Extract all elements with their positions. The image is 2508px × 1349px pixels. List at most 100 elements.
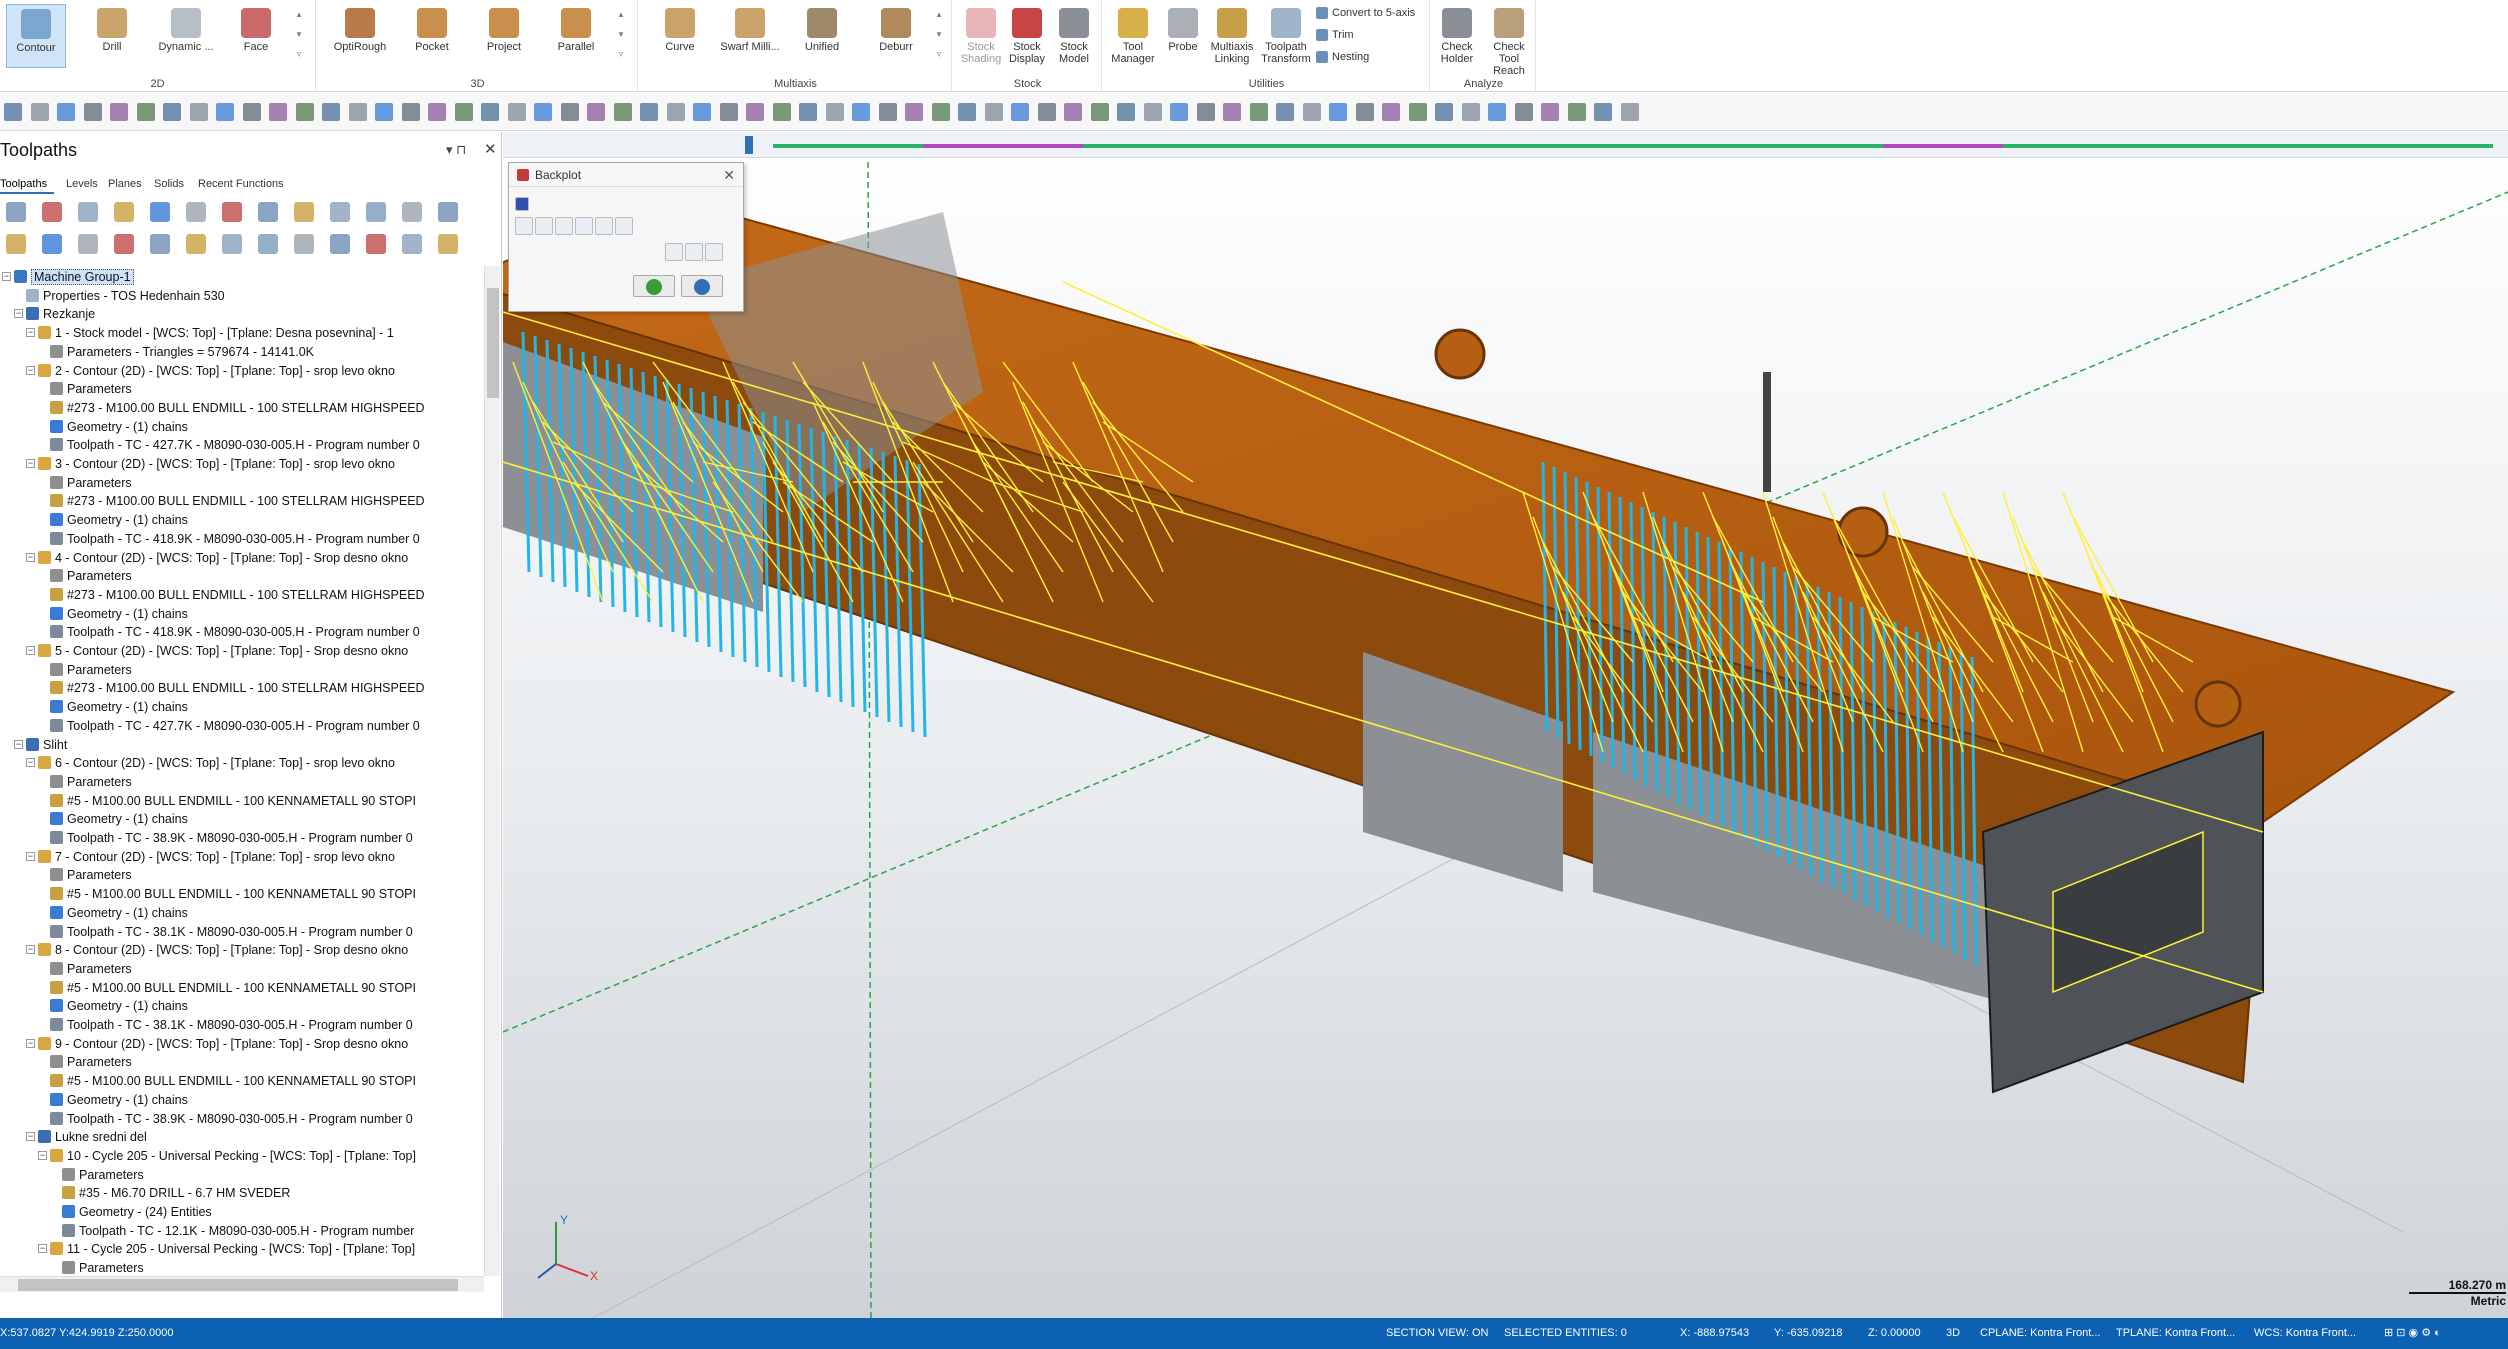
pocket-button[interactable]: Pocket (402, 4, 462, 68)
panel-tool-icon[interactable] (114, 202, 134, 222)
toolbar-icon[interactable] (666, 103, 685, 121)
tree-item[interactable]: Sliht − (14, 736, 67, 754)
unified-button[interactable]: Unified (792, 4, 852, 68)
tree-horizontal-scrollbar[interactable] (0, 1276, 484, 1292)
check-tool-reach-button[interactable]: Check Tool Reach (1482, 4, 1536, 77)
check-holder-button[interactable]: Check Holder (1432, 4, 1482, 68)
panel-tool-icon[interactable] (438, 234, 458, 254)
panel-tool-icon[interactable] (294, 234, 314, 254)
toolbar-icon[interactable] (534, 103, 552, 121)
timeline-slider[interactable] (745, 136, 753, 154)
toolbar-icon[interactable] (852, 103, 870, 121)
toolbar-icon[interactable] (295, 103, 314, 121)
tab-planes[interactable]: Planes (108, 174, 148, 194)
section-view-toggle[interactable]: SECTION VIEW: ON (1386, 1318, 1488, 1349)
toolbar-icon[interactable] (1249, 103, 1268, 121)
graphics-viewport[interactable] (503, 132, 2508, 1318)
tree-item[interactable]: Parameters (50, 474, 132, 492)
toolbar-icon[interactable] (1567, 103, 1586, 121)
project-button[interactable]: Project (474, 4, 534, 68)
tree-item[interactable]: Geometry - (1) chains (50, 605, 188, 623)
toolbar-icon[interactable] (1276, 103, 1294, 121)
dynamic-button[interactable]: Dynamic ... (156, 4, 216, 68)
tree-item[interactable]: 6 - Contour (2D) - [WCS: Top] - [Tplane:… (26, 754, 395, 772)
toolbar-icon[interactable] (481, 103, 499, 121)
y-coordinate[interactable]: Y: -635.09218 (1774, 1318, 1843, 1349)
panel-tool-icon[interactable] (438, 202, 458, 222)
expand-collapse-icon[interactable]: − (26, 365, 35, 375)
panel-tool-icon[interactable] (366, 202, 386, 222)
tree-item[interactable]: Geometry - (1) chains (50, 810, 188, 828)
toolbar-icon[interactable] (1011, 103, 1029, 121)
toolbar-icon[interactable] (1541, 103, 1559, 121)
tree-item[interactable]: 11 - Cycle 205 - Universal Pecking - [WC… (38, 1240, 415, 1258)
tree-item[interactable]: Toolpath - TC - 427.7K - M8090-030-005.H… (50, 717, 420, 735)
tree-item[interactable]: Parameters (50, 773, 132, 791)
ribbon-scroll-2d[interactable]: ▴ ▾ ▿ (294, 4, 304, 64)
tab-toolpaths[interactable]: Toolpaths (0, 174, 54, 194)
tree-item[interactable]: Geometry - (1) chains (50, 698, 188, 716)
toolbar-icon[interactable] (242, 103, 261, 121)
toolbar-icon[interactable] (1196, 103, 1215, 121)
panel-tool-icon[interactable] (330, 234, 350, 254)
backplot-option-icon[interactable] (615, 217, 633, 235)
toolbar-icon[interactable] (57, 103, 75, 121)
tree-item[interactable]: Geometry - (1) chains (50, 997, 188, 1015)
toolbar-icon[interactable] (640, 103, 658, 121)
tab-recent-functions[interactable]: Recent Functions (198, 174, 298, 194)
expand-collapse-icon[interactable]: − (26, 1132, 35, 1142)
backplot-option-icon[interactable] (535, 217, 553, 235)
tree-item[interactable]: 5 - Contour (2D) - [WCS: Top] - [Tplane:… (26, 642, 408, 660)
toolbar-icon[interactable] (905, 103, 923, 121)
toolbar-icon[interactable] (825, 103, 844, 121)
toolbar-icon[interactable] (30, 103, 49, 121)
tree-item[interactable]: Parameters (50, 1053, 132, 1071)
tree-item[interactable]: Geometry - (1) chains (50, 418, 188, 436)
toolbar-icon[interactable] (269, 103, 287, 121)
tree-item[interactable]: #5 - M100.00 BULL ENDMILL - 100 KENNAMET… (50, 979, 416, 997)
tab-solids[interactable]: Solids (154, 174, 192, 194)
tree-item[interactable]: #273 - M100.00 BULL ENDMILL - 100 STELLR… (50, 679, 425, 697)
tool-manager-button[interactable]: Tool Manager (1106, 4, 1160, 68)
panel-tool-icon[interactable] (150, 202, 170, 222)
x-coordinate[interactable]: X: -888.97543 (1680, 1318, 1749, 1349)
backplot-option-icon[interactable] (665, 243, 683, 261)
backplot-timeline[interactable] (503, 132, 2508, 158)
tree-vertical-scrollbar[interactable] (484, 266, 500, 1276)
tree-item[interactable]: Properties - TOS Hedenhain 530 (26, 287, 225, 305)
panel-tool-icon[interactable] (222, 234, 242, 254)
expand-collapse-icon[interactable]: − (26, 1038, 35, 1048)
curve-button[interactable]: Curve (650, 4, 710, 68)
backplot-option-icon[interactable] (515, 217, 533, 235)
backplot-option-icon[interactable] (555, 217, 573, 235)
toolbar-icon[interactable] (1514, 103, 1533, 121)
close-icon[interactable]: ✕ (484, 140, 497, 158)
tree-item[interactable]: Parameters (50, 866, 132, 884)
mode-3d[interactable]: 3D (1946, 1318, 1960, 1349)
swarf-milling-button[interactable]: Swarf Milli... (720, 4, 780, 68)
toolpath-tree[interactable]: Machine Group-1 − Properties - TOS Hedenha… (0, 266, 484, 1276)
stock-model-button[interactable]: Stock Model (1050, 4, 1098, 68)
deburr-button[interactable]: Deburr (866, 4, 926, 68)
toolbar-icon[interactable] (189, 103, 208, 121)
toolbar-icon[interactable] (1090, 103, 1109, 121)
toolpath-transform-button[interactable]: Toolpath Transform (1258, 4, 1314, 68)
panel-tool-icon[interactable] (186, 202, 206, 222)
panel-tool-icon[interactable] (78, 202, 98, 222)
tree-item[interactable]: Parameters (62, 1259, 144, 1276)
panel-tool-icon[interactable] (150, 234, 170, 254)
toolbar-icon[interactable] (1117, 103, 1135, 121)
toolbar-icon[interactable] (1143, 103, 1162, 121)
tree-item[interactable]: #273 - M100.00 BULL ENDMILL - 100 STELLR… (50, 492, 425, 510)
toolbar-icon[interactable] (216, 103, 234, 121)
toolbar-icon[interactable] (1620, 103, 1639, 121)
optirough-button[interactable]: OptiRough (330, 4, 390, 68)
expand-collapse-icon[interactable]: − (26, 945, 35, 955)
toolbar-icon[interactable] (958, 103, 976, 121)
tree-item[interactable]: Toolpath - TC - 12.1K - M8090-030-005.H … (62, 1222, 414, 1240)
toolbar-icon[interactable] (1461, 103, 1480, 121)
toolbar-icon[interactable] (1435, 103, 1453, 121)
toolbar-icon[interactable] (1329, 103, 1347, 121)
tree-item[interactable]: Lukne sredni del − (26, 1128, 147, 1146)
toolbar-icon[interactable] (136, 103, 155, 121)
